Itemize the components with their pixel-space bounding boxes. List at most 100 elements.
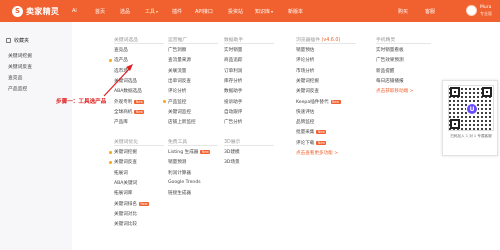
tool-menu-item-label: 销量预测: [168, 160, 187, 166]
tools-dropdown-panel: 收藏夹 关键词挖掘 关键词反查 查竞品 产品监控: [0, 22, 500, 250]
tool-menu-item[interactable]: 实时销量: [219, 47, 242, 53]
tool-menu-item[interactable]: 店铺上新监控: [163, 119, 196, 125]
logo-icon: S: [12, 5, 23, 17]
tool-menu-item[interactable]: 关键词比较: [109, 221, 137, 227]
nav-home[interactable]: 首页: [95, 8, 105, 15]
tool-menu-item[interactable]: 全球商机 New: [109, 109, 145, 115]
tool-menu-item[interactable]: 关键词对比: [109, 211, 137, 217]
tool-menu-item[interactable]: 每日店铺播报: [371, 78, 404, 84]
tool-menu-item[interactable]: 点击查看更多功能 >: [291, 150, 338, 156]
avatar[interactable]: [466, 5, 477, 16]
nav-invest[interactable]: 投资站: [228, 8, 243, 15]
tool-menu-item[interactable]: 拓展词: [109, 170, 128, 176]
new-badge: New: [330, 99, 341, 104]
tool-menu-item-label: Listing 生成器: [168, 150, 199, 155]
tool-menu-item[interactable]: 广告效果预测: [371, 57, 404, 63]
tool-menu-item[interactable]: 销量预测: [163, 159, 186, 165]
nav-knowledge[interactable]: 知识库▾: [255, 8, 273, 15]
tool-menu-item-label: 链接生成器: [168, 191, 191, 197]
tool-menu-item-label: 销量预估: [296, 48, 315, 53]
favorite-item[interactable]: 关键词挖掘: [8, 52, 32, 59]
tool-menu-item[interactable]: 关键词挖掘: [291, 78, 319, 84]
tool-menu-item[interactable]: 数据助手: [219, 88, 242, 94]
favorite-item[interactable]: 产品监控: [8, 85, 27, 92]
tool-menu-item[interactable]: 3D建模: [219, 149, 240, 155]
favorite-item[interactable]: 关键词反查: [8, 63, 32, 70]
tool-menu-item[interactable]: 销量预估: [291, 47, 314, 53]
tool-menu-item[interactable]: 库存分析: [219, 78, 242, 84]
tool-menu-item[interactable]: 利润计算器: [163, 170, 191, 176]
tool-menu-item[interactable]: 关键词排名 New: [109, 201, 149, 207]
tool-menu-item[interactable]: 投诉助手: [219, 99, 242, 105]
tool-menu-item[interactable]: 品牌监控: [291, 119, 314, 125]
tool-menu-item[interactable]: 关键词挖掘: [109, 149, 137, 155]
nav-plugin[interactable]: 插件: [172, 8, 182, 15]
tool-menu-item-label: 产品库: [114, 120, 128, 126]
tool-menu-item[interactable]: 商品追踪: [219, 57, 242, 63]
favorite-dot-icon: [109, 150, 112, 154]
tool-menu-item[interactable]: 产品库: [109, 119, 128, 125]
tool-menu-item-label: 商品追踪: [224, 58, 243, 64]
column-title: 免费工具: [168, 140, 188, 145]
nav-tools[interactable]: 工具▾: [145, 8, 158, 15]
tool-menu-item-label: 拓展词库: [114, 191, 133, 197]
tool-menu-item[interactable]: 评论分析: [291, 57, 314, 63]
tool-menu-item[interactable]: 拓展词库: [109, 190, 132, 196]
tool-menu-item[interactable]: 关联流量: [163, 68, 186, 74]
tool-menu-item[interactable]: 链接生成器: [163, 190, 191, 196]
tool-menu-item[interactable]: 广告分析: [219, 119, 242, 125]
tool-menu-item[interactable]: 广告洞察: [163, 47, 186, 53]
user-plan: 专业版: [480, 11, 492, 16]
favorite-item[interactable]: 查竞品: [8, 74, 22, 81]
tool-menu-item[interactable]: 出单词反查: [163, 78, 191, 84]
tool-menu-item[interactable]: Keepa插件替代 New: [291, 99, 341, 105]
tool-menu-item[interactable]: 批量采集 New: [291, 129, 327, 135]
tool-menu-item[interactable]: 评论分析: [163, 88, 186, 94]
tool-menu-item[interactable]: 查竞品: [109, 47, 128, 53]
service-link[interactable]: 客服: [425, 8, 435, 15]
top-nav-bar: S 卖家精灵 Ai 首页 选品 工具▾ 插件 API接口 投资站 知识库▾ 新版…: [0, 0, 500, 22]
nav-ai[interactable]: Ai: [72, 8, 77, 14]
tool-menu-item[interactable]: 市场分析: [291, 68, 314, 74]
tool-menu-item[interactable]: 自动跟评: [219, 109, 242, 115]
tool-menu-item[interactable]: 订单利润: [219, 68, 242, 74]
tool-menu-item[interactable]: 外观专利 New: [109, 99, 145, 105]
tool-menu-item[interactable]: ABA数据选品: [109, 88, 142, 94]
column-title: 手机精灵: [376, 38, 396, 43]
column-divider: [168, 145, 218, 146]
tool-menu-item-label: 拓展词: [114, 170, 128, 176]
tool-menu-item[interactable]: 快速评估: [291, 109, 314, 115]
tool-menu-item[interactable]: 点击获取移动端 >: [371, 88, 413, 94]
tool-menu-item-label: 店铺上新监控: [168, 120, 196, 126]
tool-menu-item-label: 全球商机: [114, 109, 133, 115]
customer-service-qr: U 扫码加入 1 对 1 专属客服: [442, 80, 498, 156]
tool-menu-item[interactable]: Listing 生成器 New: [163, 149, 211, 155]
brand-logo[interactable]: S 卖家精灵: [12, 5, 59, 17]
column-title: 关键词优化: [114, 140, 138, 145]
tool-menu-item[interactable]: 关键词选品: [109, 78, 137, 84]
tool-menu-item[interactable]: 选产品: [109, 57, 128, 63]
qr-finder: [450, 119, 460, 129]
nav-new-version[interactable]: 新版本: [288, 8, 303, 15]
tool-menu-item[interactable]: 实时销量看板: [371, 47, 404, 53]
new-badge: New: [316, 130, 327, 135]
new-badge: New: [134, 109, 145, 114]
tool-menu-item[interactable]: 评论下载 New: [291, 140, 327, 146]
tool-menu-item-label: ABA数据选品: [114, 89, 142, 95]
tool-menu-item-label: 关联流量: [168, 68, 187, 74]
tool-menu-item[interactable]: 关键词监控: [163, 109, 191, 115]
buy-link[interactable]: 购买: [398, 8, 408, 15]
nav-product-selection[interactable]: 选品: [120, 8, 130, 15]
user-name[interactable]: Mura: [480, 5, 491, 10]
tool-menu-item[interactable]: 查流量来源: [163, 57, 191, 63]
tool-menu-item[interactable]: 关键词反查: [109, 159, 137, 165]
tool-menu-item[interactable]: 3D场景: [219, 159, 240, 165]
tool-menu-item[interactable]: 选市场: [109, 68, 128, 74]
tool-menu-item[interactable]: 产品监控: [163, 99, 186, 105]
nav-api[interactable]: API接口: [195, 8, 213, 15]
tool-menu-item[interactable]: ABA关键词: [109, 180, 137, 186]
tool-menu-item[interactable]: 关键词反查: [291, 88, 319, 94]
tool-menu-item[interactable]: 新品提醒: [371, 68, 394, 74]
tool-menu-item[interactable]: Google Trends: [163, 180, 201, 186]
tool-menu-item-label: 投诉助手: [224, 99, 243, 105]
